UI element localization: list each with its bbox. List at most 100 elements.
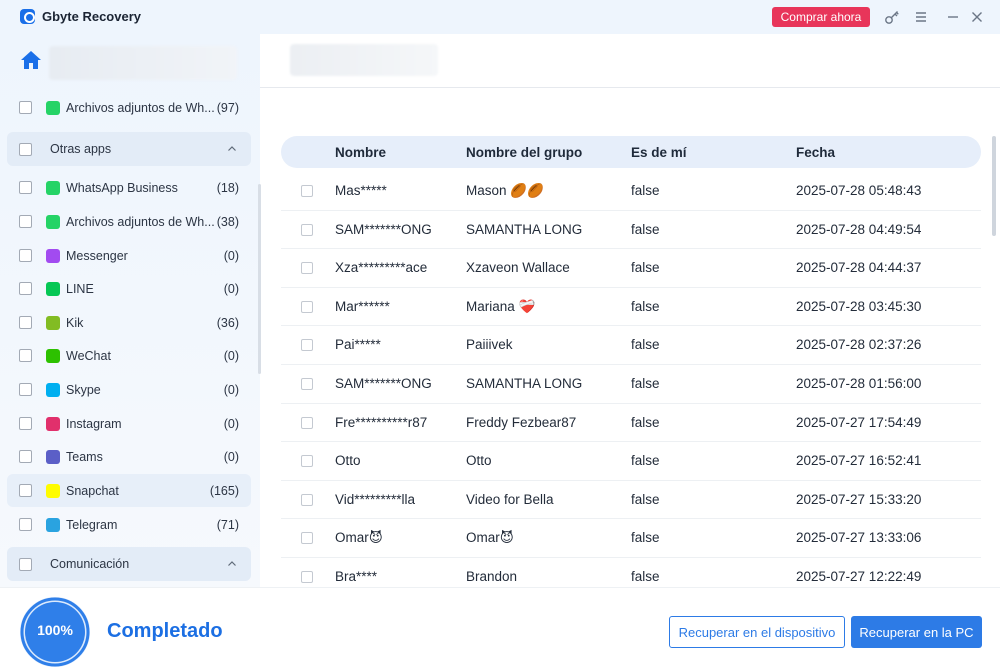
key-icon[interactable] (883, 8, 901, 26)
sidebar-item-label: WeChat (66, 348, 111, 363)
table-row[interactable]: SAM*******ONG SAMANTHA LONG false 2025-07-2… (281, 211, 981, 250)
row-checkbox[interactable] (301, 455, 313, 468)
table-row[interactable]: Fre**********r87 Freddy Fezbear87 false 202… (281, 404, 981, 443)
sidebar-item-label: Kik (66, 315, 84, 330)
row-checkbox[interactable] (301, 300, 313, 313)
sidebar-item[interactable]: LINE (0) (7, 272, 251, 305)
row-checkbox[interactable] (301, 493, 313, 506)
item-checkbox[interactable] (19, 450, 32, 463)
sidebar-item[interactable]: WeChat (0) (7, 339, 251, 372)
sidebar-item-label: Archivos adjuntos de Wh... (66, 100, 215, 115)
table-row[interactable]: Mar****** Mariana ❤️‍🩹 false 2025-07-28 03:… (281, 288, 981, 327)
row-checkbox[interactable] (301, 185, 313, 197)
item-checkbox[interactable] (19, 215, 32, 228)
cell-group-name: Omar😈 (466, 530, 514, 546)
sidebar-item-count: (0) (223, 416, 239, 431)
item-checkbox[interactable] (19, 518, 32, 531)
cell-from-me: false (631, 221, 660, 237)
sidebar-group-other-apps[interactable]: Otras apps (7, 132, 251, 166)
row-checkbox[interactable] (301, 262, 313, 275)
chevron-up-icon[interactable] (227, 559, 237, 569)
row-checkbox[interactable] (301, 416, 313, 429)
table-row[interactable]: SAM*******ONG SAMANTHA LONG false 2025-07-2… (281, 365, 981, 404)
group-checkbox[interactable] (19, 142, 32, 156)
table-row[interactable]: Omar😈 Omar😈 false 2025-07-27 13:33:06 (281, 519, 981, 558)
recover-to-device-button[interactable]: Recuperar en el dispositivo (669, 616, 845, 648)
table-row[interactable]: Mas***** Mason 🏉🏉 false 2025-07-28 05:48:43 (281, 172, 981, 211)
sidebar-item[interactable]: Messenger (0) (7, 239, 251, 272)
table-scrollbar[interactable] (992, 136, 996, 236)
sidebar-group-communication[interactable]: Comunicación (7, 547, 251, 581)
column-header-group[interactable]: Nombre del grupo (466, 145, 582, 160)
cell-from-me: false (631, 298, 660, 314)
sidebar-scrollbar[interactable] (258, 184, 261, 374)
cell-group-name: Freddy Fezbear87 (466, 414, 577, 430)
cell-name: Otto (335, 453, 361, 469)
row-checkbox[interactable] (301, 339, 313, 352)
sidebar-item[interactable]: Archivos adjuntos de Wh... (97) (7, 91, 251, 124)
chevron-up-icon[interactable] (227, 144, 237, 154)
item-checkbox[interactable] (19, 349, 32, 362)
item-checkbox[interactable] (19, 316, 32, 329)
app-title: Gbyte Recovery (42, 9, 141, 24)
home-icon[interactable] (20, 50, 42, 70)
item-checkbox[interactable] (19, 181, 32, 194)
line-icon (46, 281, 60, 296)
cell-from-me: false (631, 260, 660, 276)
column-header-name[interactable]: Nombre (335, 145, 386, 160)
column-header-from-me[interactable]: Es de mí (631, 145, 687, 160)
cell-name: Bra**** (335, 569, 378, 584)
cell-date: 2025-07-27 13:33:06 (796, 530, 922, 546)
sidebar-item[interactable]: Archivos adjuntos de Wh... (38) (7, 205, 251, 238)
buy-now-button[interactable]: Comprar ahora (772, 7, 870, 27)
cell-from-me: false (631, 569, 660, 584)
item-checkbox[interactable] (19, 484, 32, 497)
column-header-date[interactable]: Fecha (796, 145, 835, 160)
sidebar-item-label: Snapchat (66, 483, 119, 498)
cell-from-me: false (631, 337, 660, 353)
sidebar-item[interactable]: Teams (0) (7, 440, 251, 473)
sidebar-item[interactable]: Instagram (0) (7, 407, 251, 440)
sidebar-item-count: (97) (216, 100, 239, 115)
row-checkbox[interactable] (301, 532, 313, 545)
cell-date: 2025-07-27 17:54:49 (796, 414, 922, 430)
cell-name: SAM*******ONG (335, 376, 432, 391)
item-checkbox[interactable] (19, 101, 32, 114)
sidebar-item-count: (38) (216, 214, 239, 229)
row-checkbox[interactable] (301, 378, 313, 390)
sidebar-item-count: (165) (209, 483, 239, 498)
close-icon[interactable] (968, 8, 986, 26)
sidebar-item[interactable]: Kik (36) (7, 306, 251, 339)
cell-from-me: false (631, 491, 660, 507)
sidebar-item-label: Telegram (66, 517, 118, 532)
cell-group-name: SAMANTHA LONG (466, 221, 583, 237)
table-row[interactable]: Pai***** Paiiivek false 2025-07-28 02:37:26 (281, 326, 981, 365)
cell-date: 2025-07-27 12:22:49 (796, 569, 922, 584)
sidebar-group-label: Comunicación (50, 557, 130, 571)
cell-from-me: false (631, 453, 660, 469)
sidebar-item-count: (0) (223, 348, 239, 363)
sidebar-item[interactable]: Telegram (71) (7, 508, 251, 541)
sidebar-item[interactable]: Skype (0) (7, 373, 251, 406)
cell-group-name: Otto (466, 453, 492, 469)
recover-to-pc-button[interactable]: Recuperar en la PC (851, 616, 982, 648)
group-checkbox[interactable] (19, 557, 32, 571)
item-checkbox[interactable] (19, 417, 32, 430)
sidebar-item[interactable]: Snapchat (165) (7, 474, 251, 507)
sidebar-group-label: Otras apps (50, 142, 112, 156)
cell-date: 2025-07-27 16:52:41 (796, 453, 922, 469)
minimize-icon[interactable] (944, 8, 962, 26)
sidebar-item-count: (0) (223, 248, 239, 263)
row-checkbox[interactable] (301, 571, 313, 583)
row-checkbox[interactable] (301, 223, 313, 236)
sidebar-item[interactable]: WhatsApp Business (18) (7, 171, 251, 204)
table-row[interactable]: Xza*********ace Xzaveon Wallace false 2025-… (281, 249, 981, 288)
table-row[interactable]: Vid*********lla Video for Bella false 2025-… (281, 481, 981, 520)
sidebar-item-label: LINE (66, 281, 94, 296)
item-checkbox[interactable] (19, 249, 32, 262)
item-checkbox[interactable] (19, 282, 32, 295)
cell-group-name: SAMANTHA LONG (466, 376, 583, 391)
table-row[interactable]: Otto Otto false 2025-07-27 16:52:41 (281, 442, 981, 481)
menu-icon[interactable] (912, 8, 930, 26)
item-checkbox[interactable] (19, 383, 32, 396)
